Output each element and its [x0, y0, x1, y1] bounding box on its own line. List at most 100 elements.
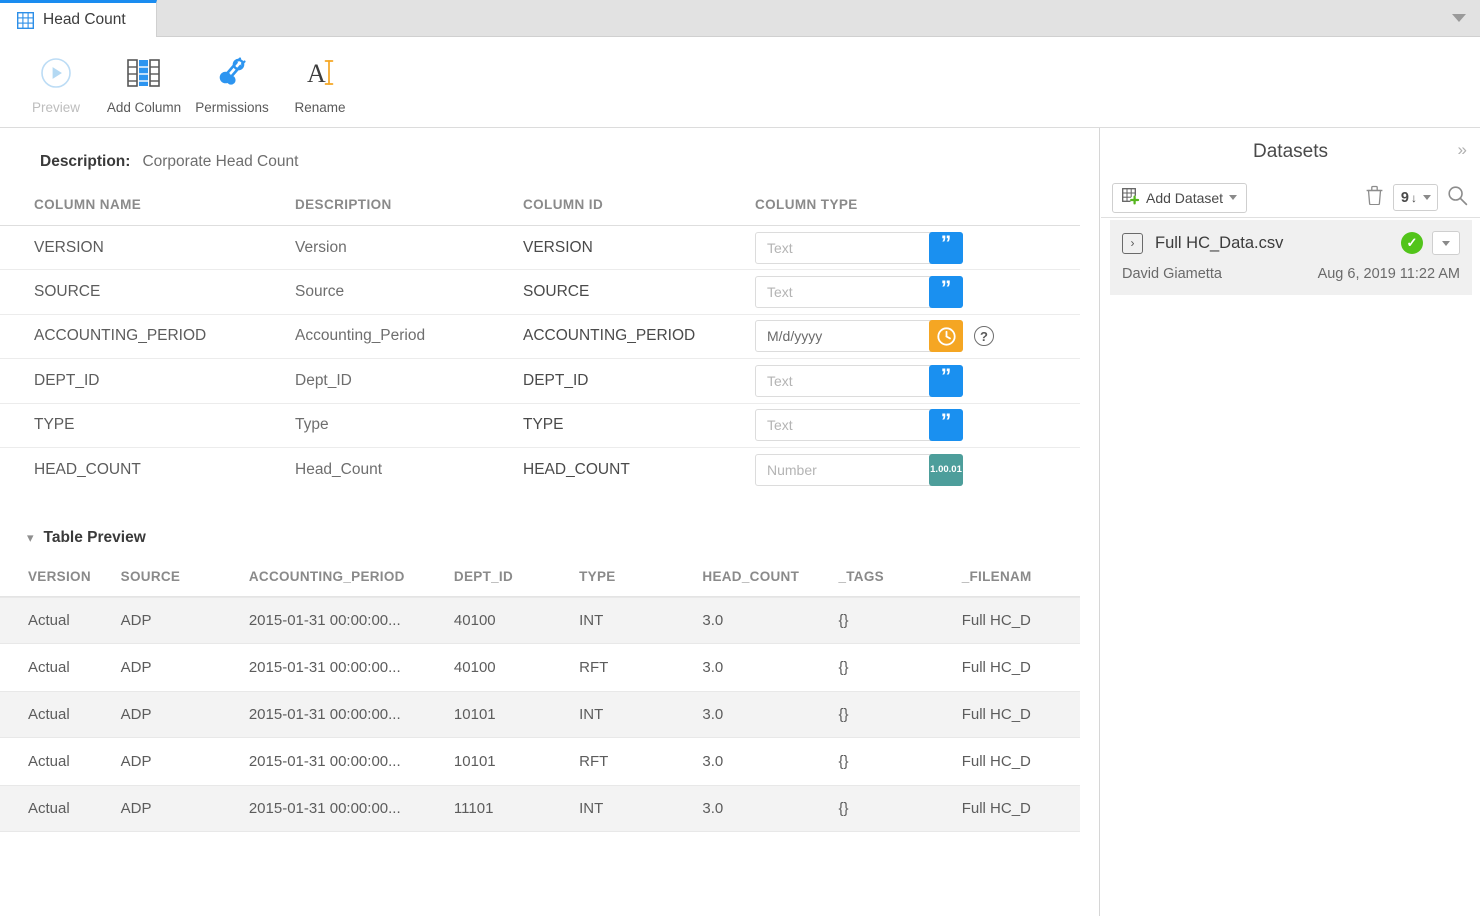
cell-version: Actual	[0, 706, 121, 723]
description-label: Description:	[40, 153, 130, 171]
columns-table-header: COLUMN NAME DESCRIPTION COLUMN ID COLUMN…	[0, 197, 1080, 226]
text-type-badge-icon[interactable]: ”	[929, 365, 963, 397]
preview-label: Preview	[32, 100, 80, 115]
preview-header-type: TYPE	[579, 569, 702, 584]
status-badge: ✓	[1401, 232, 1423, 254]
tab-overflow-caret-icon[interactable]	[1452, 14, 1466, 22]
grid-icon	[17, 12, 34, 29]
tab-head-count[interactable]: Head Count	[0, 0, 157, 37]
cell-head-count: 3.0	[702, 753, 838, 770]
table-row: Actual ADP 2015-01-31 00:00:00... 11101 …	[0, 785, 1080, 832]
permissions-label: Permissions	[195, 100, 269, 115]
number-type-badge-icon[interactable]: 1.00 .01	[929, 454, 963, 486]
column-name: ACCOUNTING_PERIOD	[0, 327, 295, 345]
table-preview-header: VERSION SOURCE ACCOUNTING_PERIOD DEPT_ID…	[0, 569, 1080, 597]
column-name: VERSION	[0, 239, 295, 257]
rename-text-icon: A	[303, 52, 337, 94]
column-id: HEAD_COUNT	[523, 461, 755, 479]
add-column-label: Add Column	[107, 100, 181, 115]
text-type-badge-icon[interactable]: ”	[929, 276, 963, 308]
cell-type: INT	[579, 612, 702, 629]
column-type-input[interactable]: Text ”	[755, 276, 963, 308]
permissions-button[interactable]: Permissions	[188, 48, 276, 115]
column-type-value: Text	[767, 373, 793, 389]
table-preview: VERSION SOURCE ACCOUNTING_PERIOD DEPT_ID…	[0, 569, 1080, 832]
add-dataset-button[interactable]: Add Dataset	[1112, 183, 1247, 213]
cell-dept-id: 10101	[454, 753, 579, 770]
add-column-button[interactable]: Add Column	[100, 48, 188, 115]
column-type-input[interactable]: M/d/yyyy	[755, 320, 963, 352]
clock-icon[interactable]	[929, 320, 963, 352]
cell-tags: {}	[838, 800, 961, 817]
cell-accounting-period: 2015-01-31 00:00:00...	[249, 753, 454, 770]
column-type-value: Number	[767, 462, 817, 478]
column-type-input[interactable]: Text ”	[755, 409, 963, 441]
column-description: Accounting_Period	[295, 327, 523, 345]
dataset-menu-button[interactable]	[1432, 231, 1460, 255]
table-row: Actual ADP 2015-01-31 00:00:00... 10101 …	[0, 691, 1080, 738]
table-row: SOURCE Source SOURCE Text ”	[0, 270, 1080, 314]
column-description: Dept_ID	[295, 372, 523, 390]
table-preview-title: Table Preview	[44, 529, 146, 547]
column-id: DEPT_ID	[523, 372, 755, 390]
table-row: Actual ADP 2015-01-31 00:00:00... 40100 …	[0, 644, 1080, 691]
header-column-name: COLUMN NAME	[0, 197, 295, 212]
dataset-owner: David Giametta	[1122, 266, 1222, 282]
column-id: SOURCE	[523, 283, 755, 301]
column-type-input[interactable]: Text ”	[755, 365, 963, 397]
app-root: Head Count Preview	[0, 0, 1480, 916]
column-type-input[interactable]: Text ”	[755, 232, 963, 264]
toolbar: Preview Add Column	[0, 37, 1480, 128]
table-row: VERSION Version VERSION Text ”	[0, 226, 1080, 270]
text-type-badge-icon[interactable]: ”	[929, 232, 963, 264]
permissions-key-icon	[215, 52, 249, 94]
column-description: Version	[295, 239, 523, 257]
rename-button[interactable]: A Rename	[276, 48, 364, 115]
cell-dept-id: 11101	[454, 800, 579, 817]
column-name: SOURCE	[0, 283, 295, 301]
chevron-down-icon: ▾	[27, 530, 34, 546]
cell-type: RFT	[579, 753, 702, 770]
dataset-row-top: › Full HC_Data.csv ✓	[1122, 231, 1460, 255]
table-preview-toggle[interactable]: ▾ Table Preview	[0, 492, 1099, 547]
table-row: HEAD_COUNT Head_Count HEAD_COUNT Number …	[0, 448, 1080, 492]
sort-order-dropdown[interactable]: 9 ↓	[1393, 184, 1438, 211]
svg-text:A: A	[307, 59, 326, 88]
add-column-icon	[127, 52, 161, 94]
sort-direction-icon: ↓	[1411, 191, 1417, 205]
preview-button[interactable]: Preview	[12, 48, 100, 115]
text-type-badge-icon[interactable]: ”	[929, 409, 963, 441]
column-type-input[interactable]: Number 1.00 .01	[755, 454, 963, 486]
csv-file-icon: ›	[1122, 233, 1143, 254]
cell-accounting-period: 2015-01-31 00:00:00...	[249, 800, 454, 817]
description-value: Corporate Head Count	[142, 153, 298, 171]
rename-label: Rename	[294, 100, 345, 115]
column-type-value: Text	[767, 284, 793, 300]
cell-version: Actual	[0, 800, 121, 817]
trash-icon[interactable]	[1365, 185, 1384, 210]
cell-source: ADP	[121, 800, 249, 817]
description-row: Description: Corporate Head Count	[0, 128, 1099, 171]
cell-source: ADP	[121, 612, 249, 629]
cell-head-count: 3.0	[702, 800, 838, 817]
cell-version: Actual	[0, 659, 121, 676]
cell-tags: {}	[838, 753, 961, 770]
collapse-panel-icon[interactable]: »	[1458, 140, 1467, 160]
cell-filename: Full HC_D	[962, 800, 1080, 817]
help-icon[interactable]: ?	[974, 326, 994, 346]
cell-filename: Full HC_D	[962, 706, 1080, 723]
tab-bar: Head Count	[0, 0, 1480, 37]
column-type-value: M/d/yyyy	[767, 328, 822, 344]
column-type-value: Text	[767, 240, 793, 256]
search-icon[interactable]	[1447, 185, 1468, 211]
column-name: DEPT_ID	[0, 372, 295, 390]
cell-type: RFT	[579, 659, 702, 676]
header-column-type: COLUMN TYPE	[755, 197, 1045, 212]
datasets-toolbar: Add Dataset 9 ↓	[1101, 178, 1480, 218]
datasets-panel-title: Datasets	[1101, 128, 1480, 163]
cell-tags: {}	[838, 659, 961, 676]
list-item[interactable]: › Full HC_Data.csv ✓ David Giametta Aug …	[1110, 220, 1472, 295]
column-type-value: Text	[767, 417, 793, 433]
cell-accounting-period: 2015-01-31 00:00:00...	[249, 612, 454, 629]
dataset-timestamp: Aug 6, 2019 11:22 AM	[1318, 266, 1460, 282]
